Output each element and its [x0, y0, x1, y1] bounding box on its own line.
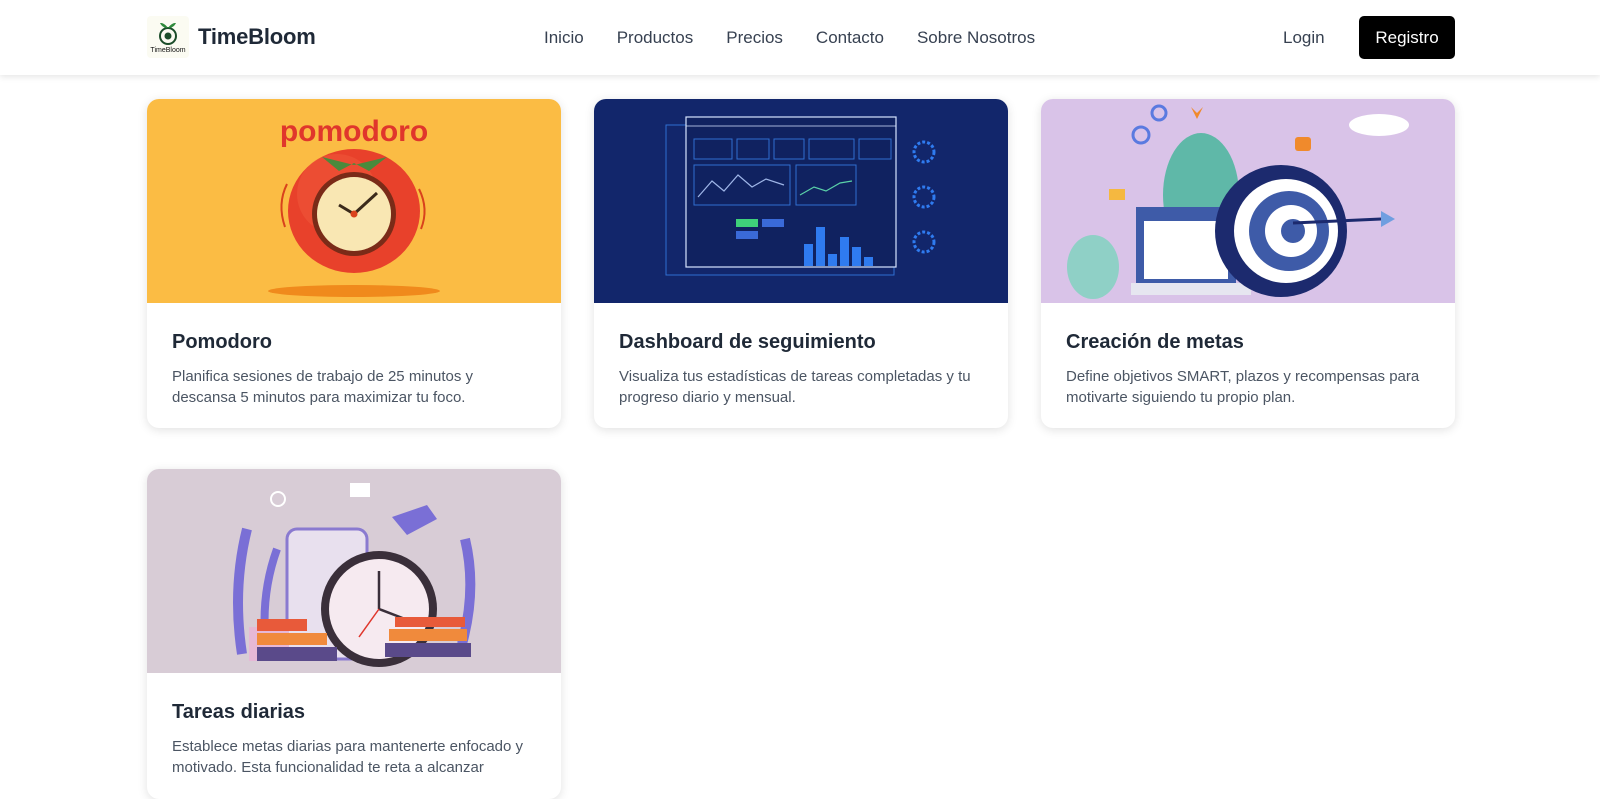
login-link[interactable]: Login [1283, 28, 1325, 48]
goals-illustration [1041, 99, 1455, 303]
card-title: Pomodoro [172, 331, 272, 353]
pomodoro-illustration: pomodoro [147, 99, 561, 303]
card-description: Establece metas diarias para mantenerte … [172, 738, 524, 776]
feature-card-dashboard[interactable]: Dashboard de seguimiento Visualiza tus e… [594, 99, 1008, 428]
card-title: Creación de metas [1066, 331, 1244, 353]
top-navbar: TimeBloom TimeBloom Inicio Productos Pre… [0, 0, 1600, 75]
nav-productos[interactable]: Productos [617, 28, 694, 48]
nav-contacto[interactable]: Contacto [816, 28, 884, 48]
sprout-logo-icon [159, 22, 177, 45]
card-description: Define objetivos SMART, plazos y recompe… [1066, 368, 1420, 406]
register-button[interactable]: Registro [1359, 16, 1455, 59]
nav-inicio[interactable]: Inicio [544, 28, 584, 48]
feature-card-tareas[interactable]: Tareas diarias Establece metas diarias p… [147, 469, 561, 799]
card-description: Visualiza tus estadísticas de tareas com… [619, 368, 971, 406]
feature-card-metas[interactable]: Creación de metas Define objetivos SMART… [1041, 99, 1455, 428]
nav-sobre-nosotros[interactable]: Sobre Nosotros [917, 28, 1035, 48]
pomodoro-image-text: pomodoro [280, 115, 428, 148]
card-description: Planifica sesiones de trabajo de 25 minu… [172, 368, 474, 406]
card-title: Dashboard de seguimiento [619, 331, 876, 353]
card-title: Tareas diarias [172, 701, 306, 723]
nav-precios[interactable]: Precios [726, 28, 783, 48]
feature-card-pomodoro[interactable]: pomodoro Pomodoro Planifica sesiones de … [147, 99, 561, 428]
dashboard-illustration [594, 99, 1008, 303]
brand-logo: TimeBloom [147, 16, 189, 58]
brand-logo-text: TimeBloom [150, 47, 186, 54]
brand-name: TimeBloom [198, 24, 316, 49]
daily-tasks-illustration [147, 469, 561, 673]
main-nav: Inicio Productos Precios Contacto Sobre … [544, 28, 1035, 48]
brand-link[interactable]: TimeBloom TimeBloom [147, 16, 316, 58]
